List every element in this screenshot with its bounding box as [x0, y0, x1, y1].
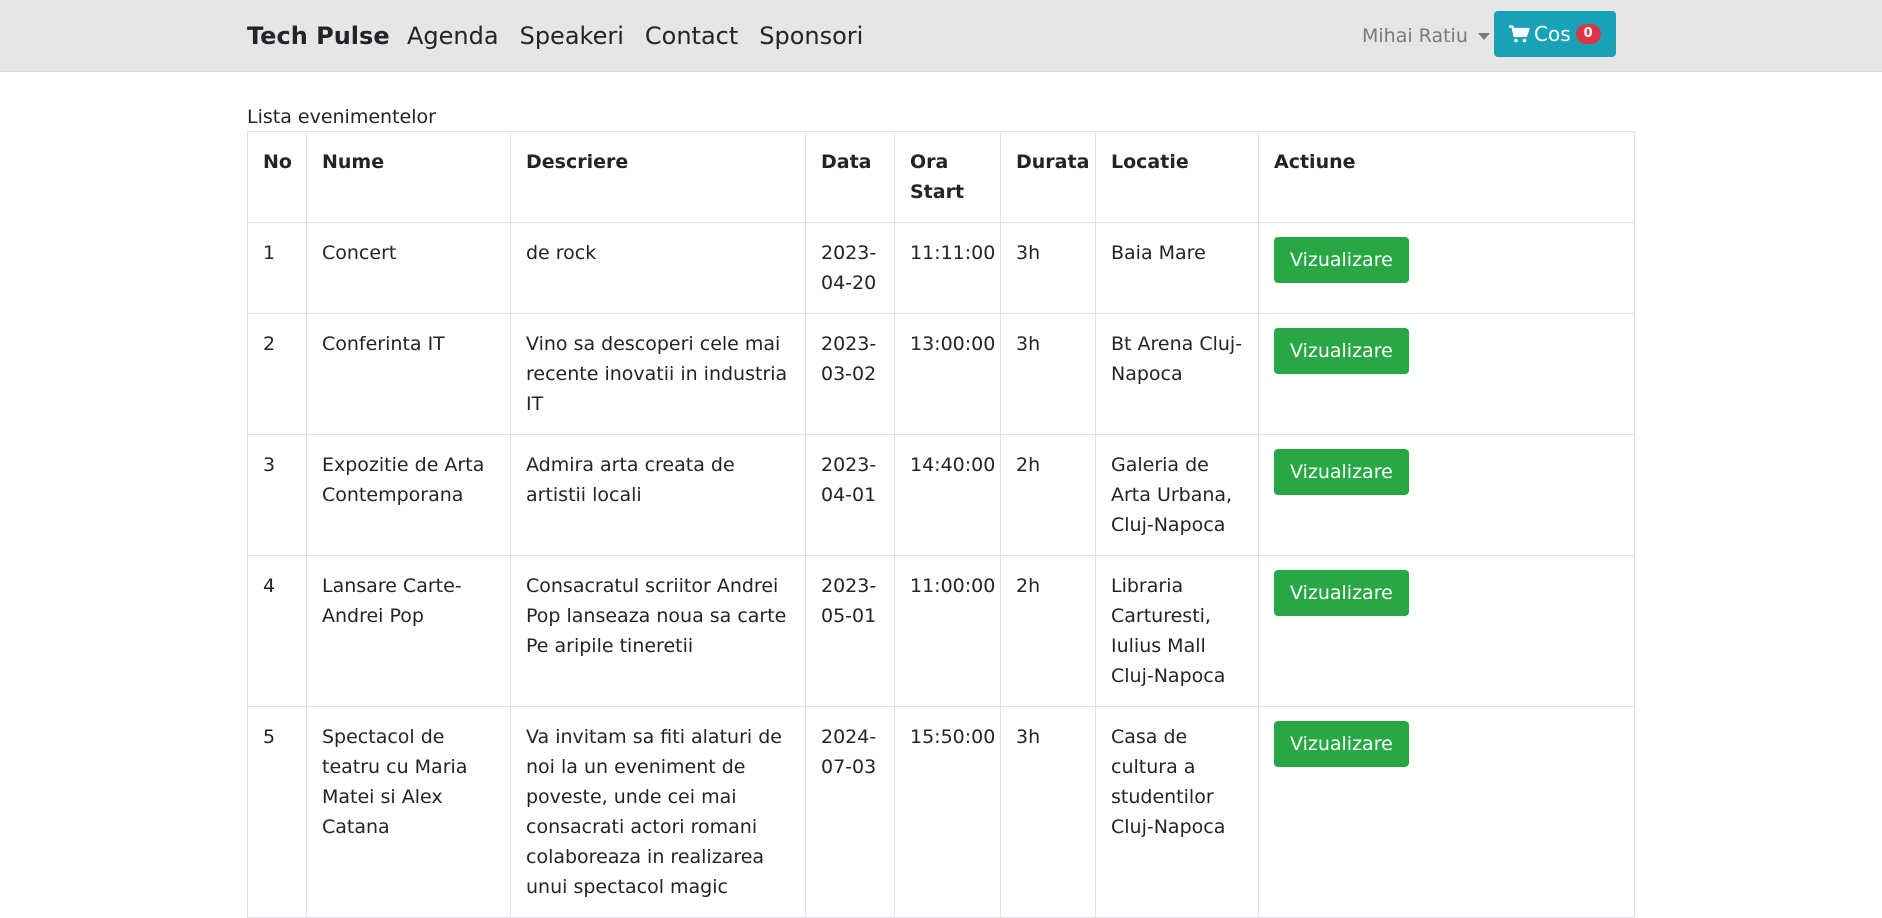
user-dropdown[interactable]: Mihai Ratiu [1362, 20, 1490, 52]
cell-no: 4 [247, 555, 307, 707]
nav-link-speakeri[interactable]: Speakeri [520, 18, 624, 54]
cell-durata: 3h [1000, 313, 1096, 435]
cell-no: 2 [247, 313, 307, 435]
table-row: 1 Concert de rock 2023-04-20 11:11:00 3h… [247, 222, 1635, 314]
view-button[interactable]: Vizualizare [1274, 570, 1409, 616]
cell-data: 2023-05-01 [805, 555, 895, 707]
cell-descriere: de rock [510, 222, 806, 314]
cell-durata: 3h [1000, 706, 1096, 918]
cell-nume: Expozitie de Arta Contemporana [306, 434, 511, 556]
cell-descriere: Va invitam sa fiti alaturi de noi la un … [510, 706, 806, 918]
cell-ora-start: 13:00:00 [894, 313, 1001, 435]
cell-ora-start: 11:11:00 [894, 222, 1001, 314]
header-nume: Nume [306, 131, 511, 223]
header-ora-start: Ora Start [894, 131, 1001, 223]
cart-button[interactable]: Cos 0 [1494, 11, 1616, 57]
table-row: 4 Lansare Carte-Andrei Pop Consacratul s… [247, 555, 1635, 707]
cell-ora-start: 14:40:00 [894, 434, 1001, 556]
cell-actiune: Vizualizare [1258, 555, 1635, 707]
header-descriere: Descriere [510, 131, 806, 223]
events-table: No Nume Descriere Data Ora Start Durata … [247, 131, 1635, 918]
header-no: No [247, 131, 307, 223]
cell-data: 2023-04-01 [805, 434, 895, 556]
cart-label: Cos [1534, 22, 1571, 46]
table-row: 5 Spectacol de teatru cu Maria Matei si … [247, 706, 1635, 918]
cell-locatie: Baia Mare [1095, 222, 1259, 314]
brand-logo[interactable]: Tech Pulse [247, 18, 390, 54]
cell-nume: Spectacol de teatru cu Maria Matei si Al… [306, 706, 511, 918]
header-locatie: Locatie [1095, 131, 1259, 223]
cell-descriere: Admira arta creata de artistii locali [510, 434, 806, 556]
cell-actiune: Vizualizare [1258, 222, 1635, 314]
header-actiune: Actiune [1258, 131, 1635, 223]
cell-ora-start: 11:00:00 [894, 555, 1001, 707]
nav-link-contact[interactable]: Contact [645, 18, 738, 54]
cell-data: 2023-03-02 [805, 313, 895, 435]
user-name: Mihai Ratiu [1362, 25, 1468, 47]
header-data: Data [805, 131, 895, 223]
cell-descriere: Consacratul scriitor Andrei Pop lanseaza… [510, 555, 806, 707]
cell-actiune: Vizualizare [1258, 434, 1635, 556]
view-button[interactable]: Vizualizare [1274, 721, 1409, 767]
cell-durata: 2h [1000, 555, 1096, 707]
cell-locatie: Galeria de Arta Urbana, Cluj-Napoca [1095, 434, 1259, 556]
view-button[interactable]: Vizualizare [1274, 449, 1409, 495]
cell-nume: Lansare Carte-Andrei Pop [306, 555, 511, 707]
table-caption: Lista evenimentelor [247, 106, 436, 128]
view-button[interactable]: Vizualizare [1274, 237, 1409, 283]
cell-actiune: Vizualizare [1258, 706, 1635, 918]
cell-durata: 3h [1000, 222, 1096, 314]
nav-link-agenda[interactable]: Agenda [407, 18, 499, 54]
cell-no: 5 [247, 706, 307, 918]
cell-no: 3 [247, 434, 307, 556]
cell-nume: Conferinta IT [306, 313, 511, 435]
cell-no: 1 [247, 222, 307, 314]
cell-nume: Concert [306, 222, 511, 314]
nav-links: Agenda Speakeri Contact Sponsori [407, 18, 884, 54]
header-durata: Durata [1000, 131, 1096, 223]
cell-locatie: Libraria Carturesti, Iulius Mall Cluj-Na… [1095, 555, 1259, 707]
cell-data: 2024-07-03 [805, 706, 895, 918]
cell-locatie: Casa de cultura a studentilor Cluj-Napoc… [1095, 706, 1259, 918]
view-button[interactable]: Vizualizare [1274, 328, 1409, 374]
cart-count-badge: 0 [1575, 24, 1601, 44]
cell-data: 2023-04-20 [805, 222, 895, 314]
nav-link-sponsori[interactable]: Sponsori [759, 18, 863, 54]
cell-locatie: Bt Arena Cluj-Napoca [1095, 313, 1259, 435]
caret-down-icon [1477, 32, 1490, 40]
table-header-row: No Nume Descriere Data Ora Start Durata … [247, 131, 1635, 223]
table-row: 3 Expozitie de Arta Contemporana Admira … [247, 434, 1635, 556]
table-row: 2 Conferinta IT Vino sa descoperi cele m… [247, 313, 1635, 435]
cell-durata: 2h [1000, 434, 1096, 556]
cell-descriere: Vino sa descoperi cele mai recente inova… [510, 313, 806, 435]
cell-ora-start: 15:50:00 [894, 706, 1001, 918]
top-navbar: Tech Pulse Agenda Speakeri Contact Spons… [0, 0, 1882, 72]
shopping-cart-icon [1509, 25, 1530, 43]
cell-actiune: Vizualizare [1258, 313, 1635, 435]
